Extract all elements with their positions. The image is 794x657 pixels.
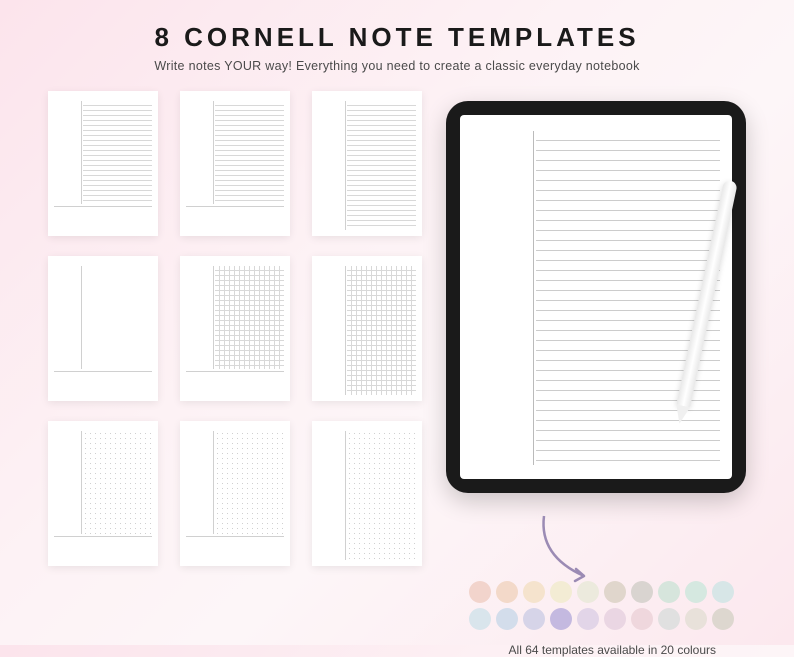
- page-subtitle: Write notes YOUR way! Everything you nee…: [0, 59, 794, 73]
- color-swatch: [469, 581, 491, 603]
- template-thumbnail: [180, 256, 290, 401]
- arrow-icon: [534, 511, 614, 591]
- color-swatch: [604, 581, 626, 603]
- color-swatch: [658, 608, 680, 630]
- color-swatch: [496, 608, 518, 630]
- color-swatch: [685, 608, 707, 630]
- color-swatch: [604, 608, 626, 630]
- color-swatch: [631, 581, 653, 603]
- color-swatch: [523, 581, 545, 603]
- template-thumbnail: [180, 91, 290, 236]
- cornell-notes-area: [536, 131, 720, 465]
- template-thumbnail: [312, 91, 422, 236]
- tablet-mockup: [446, 101, 746, 493]
- template-thumbnail: [48, 256, 158, 401]
- color-swatch: [523, 608, 545, 630]
- color-swatch: [712, 608, 734, 630]
- color-swatch: [685, 581, 707, 603]
- color-swatch: [631, 608, 653, 630]
- color-swatch: [658, 581, 680, 603]
- template-thumbnail: [180, 421, 290, 566]
- color-swatch: [577, 581, 599, 603]
- color-swatch: [469, 608, 491, 630]
- swatch-caption: All 64 templates available in 20 colours: [509, 643, 716, 657]
- header: 8 CORNELL NOTE TEMPLATES Write notes YOU…: [0, 0, 794, 73]
- color-swatch: [712, 581, 734, 603]
- template-thumbnail: [48, 91, 158, 236]
- color-swatches: [469, 581, 734, 630]
- template-grid: [48, 91, 422, 566]
- cornell-cue-column: [472, 131, 534, 465]
- template-thumbnail: [312, 256, 422, 401]
- color-swatch: [577, 608, 599, 630]
- page-title: 8 CORNELL NOTE TEMPLATES: [0, 22, 794, 53]
- color-swatch: [496, 581, 518, 603]
- template-thumbnail: [312, 421, 422, 566]
- template-thumbnail: [48, 421, 158, 566]
- tablet-screen: [460, 115, 732, 479]
- color-swatch: [550, 608, 572, 630]
- color-swatch: [550, 581, 572, 603]
